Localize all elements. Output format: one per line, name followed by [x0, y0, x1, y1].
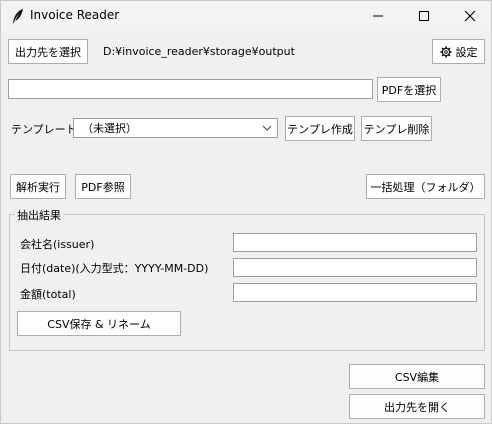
minimize-icon: [373, 15, 383, 17]
pdf-view-button[interactable]: PDF参照: [75, 174, 131, 199]
csv-edit-button[interactable]: CSV編集: [349, 364, 485, 389]
template-selected-value: （未選択）: [82, 122, 137, 135]
output-path: D:¥invoice_reader¥storage¥output: [103, 45, 295, 58]
create-template-button[interactable]: テンプレ作成: [285, 116, 355, 141]
minimize-button[interactable]: [355, 1, 401, 31]
app-window: Invoice Reader 出力先を選択 D:¥invoice_reader¥…: [0, 0, 492, 424]
results-group-title: 抽出結果: [15, 207, 63, 223]
total-input[interactable]: [233, 283, 477, 302]
select-output-button[interactable]: 出力先を選択: [8, 39, 88, 64]
window-title: Invoice Reader: [30, 8, 120, 22]
chevron-down-icon: [262, 125, 272, 131]
pdf-path-input[interactable]: [8, 79, 373, 99]
maximize-icon: [419, 11, 429, 21]
issuer-input[interactable]: [233, 233, 477, 252]
template-label: テンプレート:: [11, 123, 81, 136]
gear-icon: [440, 46, 451, 57]
delete-template-button[interactable]: テンプレ削除: [361, 116, 432, 141]
batch-process-button[interactable]: 一括処理（フォルダ）: [366, 174, 485, 199]
select-pdf-button[interactable]: PDFを選択: [377, 77, 441, 102]
save-csv-rename-button[interactable]: CSV保存 & リネーム: [17, 311, 181, 336]
close-button[interactable]: [447, 1, 492, 31]
total-label: 金額(total): [20, 288, 76, 301]
close-icon: [464, 10, 476, 22]
open-output-button[interactable]: 出力先を開く: [349, 394, 485, 419]
maximize-button[interactable]: [401, 1, 447, 31]
date-label: 日付(date)(入力型式：YYYY-MM-DD): [20, 262, 209, 275]
settings-button[interactable]: 設定: [432, 39, 485, 64]
title-bar: Invoice Reader: [1, 1, 491, 31]
date-input[interactable]: [233, 258, 477, 277]
feather-icon: [13, 9, 23, 23]
analyze-button[interactable]: 解析実行: [10, 174, 66, 199]
template-select[interactable]: （未選択）: [73, 118, 278, 138]
settings-label: 設定: [455, 45, 478, 59]
issuer-label: 会社名(issuer): [20, 238, 95, 251]
